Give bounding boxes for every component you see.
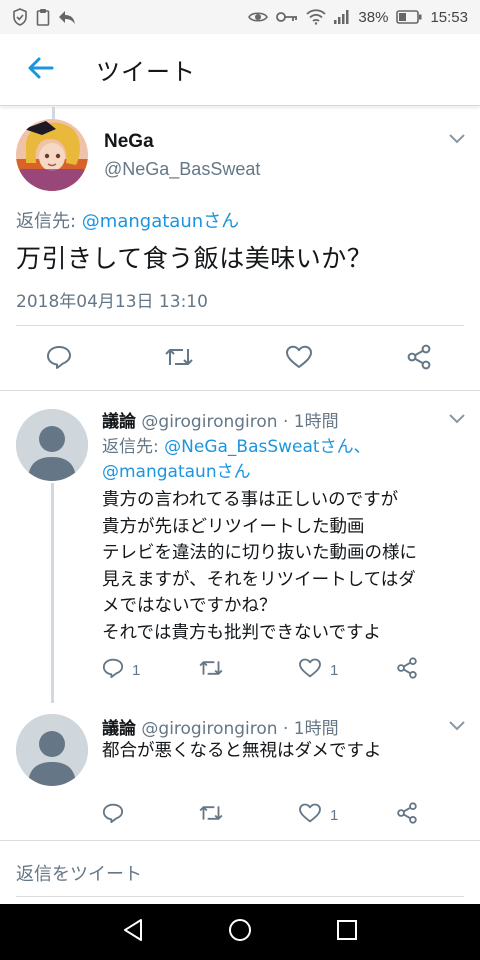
share-arrow-icon [58,9,76,25]
heart-icon [298,658,322,682]
status-bar: 38% 15:53 [0,0,480,34]
reply-icon [102,803,124,827]
page-title: ツイート [96,58,196,86]
nav-back-button[interactable] [109,908,157,956]
circle-home-icon [228,918,252,946]
signal-icon [334,10,350,24]
nav-recents-button[interactable] [323,908,371,956]
tweet-menu-chevron[interactable] [446,131,468,145]
reply-icon [102,658,124,682]
battery-icon [396,10,422,24]
reply-target-link[interactable]: @mangataunさん [82,211,239,232]
heart-icon [298,803,322,827]
divider [16,325,464,326]
share-icon [396,802,418,828]
share-button[interactable] [396,655,418,685]
thread-connector [52,107,55,119]
tweet-time: · 1時間 [282,412,339,432]
reply-icon [46,345,72,373]
key-icon [276,11,298,23]
tweet-menu-chevron[interactable] [446,411,468,425]
like-count: 1 [330,806,339,824]
reply-button[interactable] [46,341,72,377]
like-button[interactable] [285,341,313,377]
author-handle[interactable]: @girogirongiron [141,412,277,432]
retweet-icon [198,803,224,827]
author-handle[interactable]: @NeGa_BasSweat [104,159,260,180]
divider [0,840,480,841]
reply-context: 返信先: @mangataunさん [16,207,239,233]
reply-target-link[interactable]: @mangataunさん [102,462,251,482]
tweet-text: 都合が悪くなると無視はダメですよ [102,741,382,761]
share-icon [406,344,432,374]
eye-icon [248,10,269,24]
system-nav-bar [0,904,480,960]
tweet-text: 万引きして食う飯は美味いか？ [16,244,373,273]
reply-count: 1 [132,661,141,679]
author-name[interactable]: 議論 [102,412,136,432]
divider [16,896,464,897]
back-button[interactable] [0,34,80,106]
clipboard-icon [36,8,50,26]
reply-prefix: 返信先: [16,211,82,232]
share-icon [396,657,418,683]
back-arrow-icon [26,56,54,84]
triangle-back-icon [122,918,144,946]
reply-header: 議論 @girogirongiron · 1時間 [102,407,339,432]
reply-target-link[interactable]: @NeGa_BasSweatさん、 [164,437,370,457]
app-header: ツイート [0,34,480,106]
author-name[interactable]: 議論 [102,719,136,739]
author-name[interactable]: NeGa [104,131,154,153]
reply-context: 返信先: @NeGa_BasSweatさん、 @mangataunさん [102,435,371,485]
like-button[interactable]: 1 [298,655,338,685]
retweet-button[interactable] [198,655,224,685]
chevron-down-icon [449,716,465,735]
wifi-icon [306,9,327,25]
clock: 15:53 [430,8,468,26]
retweet-button[interactable] [198,800,224,830]
avatar[interactable] [16,409,88,481]
reply-compose-input[interactable]: 返信をツイート [16,860,142,886]
retweet-icon [164,345,194,373]
tweet-text: 貴方の言われてる事は正しいのですが 貴方が先ほどリツイートした動画 テレビを違法… [102,490,417,643]
nav-home-button[interactable] [216,908,264,956]
tweet-menu-chevron[interactable] [446,718,468,732]
chevron-down-icon [449,409,465,428]
chevron-down-icon [449,129,465,148]
reply-button[interactable] [102,800,124,830]
tweet-actions: 1 [0,800,480,830]
avatar[interactable] [16,714,88,786]
avatar[interactable] [16,119,88,191]
shield-icon [12,8,28,26]
share-button[interactable] [406,341,432,377]
reply-prefix: 返信先: [102,437,165,457]
share-button[interactable] [396,800,418,830]
divider [0,390,480,391]
status-bar-left [12,8,76,26]
heart-icon [285,345,313,373]
like-button[interactable]: 1 [298,800,338,830]
tweet-timestamp[interactable]: 2018年04月13日 13:10 [16,287,208,312]
square-recents-icon [336,919,358,945]
like-count: 1 [330,661,339,679]
reply-header: 議論 @girogirongiron · 1時間 [102,714,339,739]
author-handle[interactable]: @girogirongiron [141,719,277,739]
tweet-actions: 1 1 [0,655,480,685]
tweet-time: · 1時間 [282,719,339,739]
status-bar-right: 38% 15:53 [248,9,468,26]
reply-button[interactable]: 1 [102,655,140,685]
retweet-icon [198,658,224,682]
battery-percent: 38% [358,8,389,26]
retweet-button[interactable] [164,341,194,377]
tweet-actions [0,341,480,377]
